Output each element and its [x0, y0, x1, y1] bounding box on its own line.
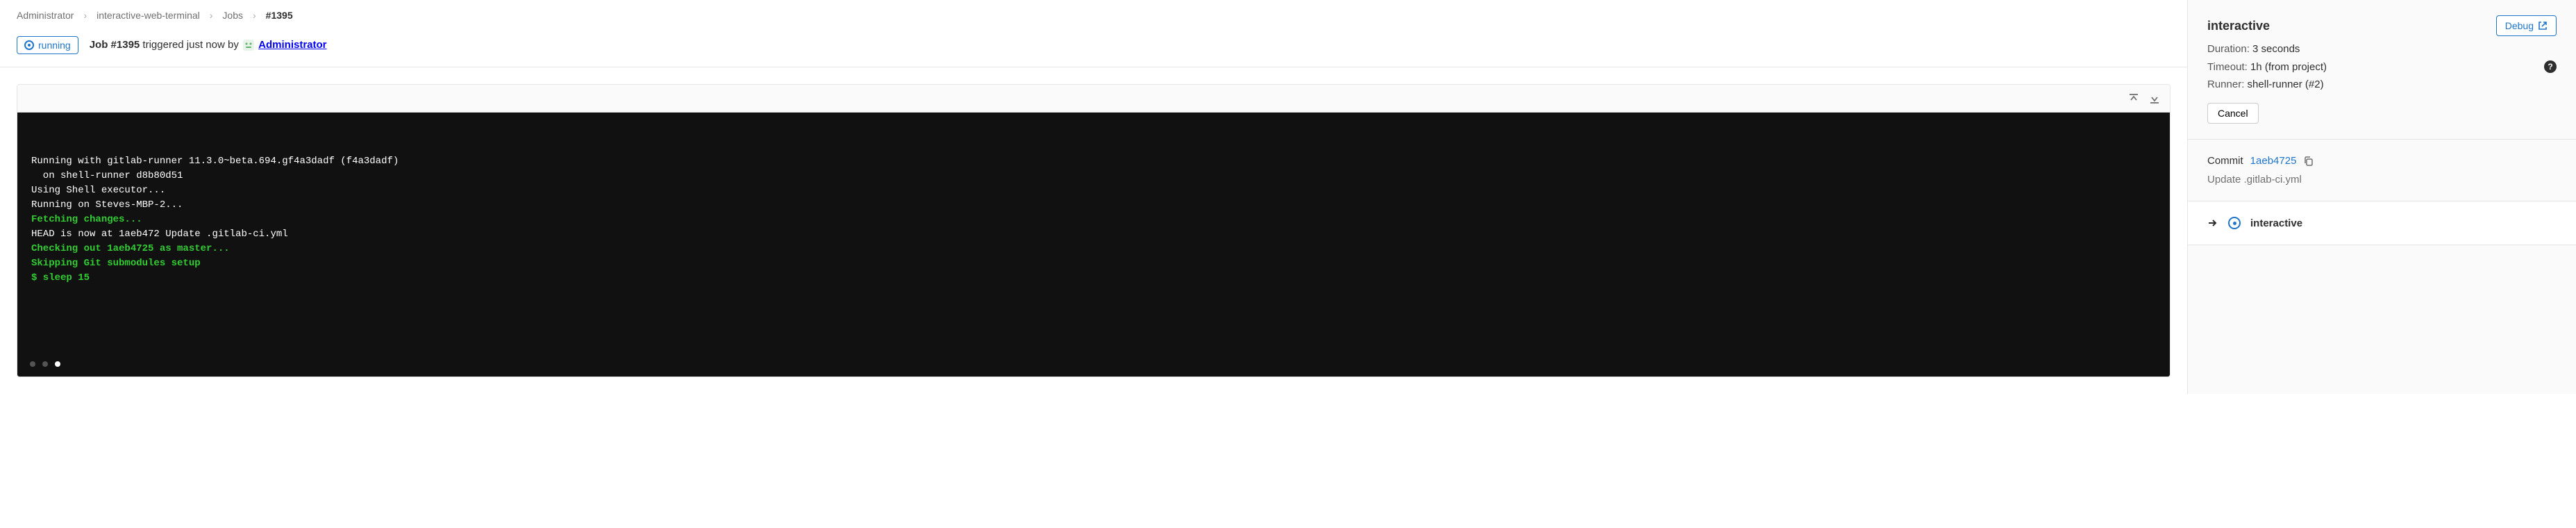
breadcrumb-current: #1395 [266, 10, 293, 21]
timeout-label: Timeout: [2207, 61, 2248, 73]
terminal-line: Using Shell executor... [31, 183, 2156, 198]
job-id: Job #1395 [90, 39, 140, 51]
runner-value: shell-runner (#2) [2248, 79, 2324, 90]
scroll-top-button[interactable] [2128, 93, 2139, 104]
debug-label: Debug [2505, 20, 2534, 31]
stage-running-icon [2228, 217, 2241, 229]
terminal-line: $ sleep 15 [31, 271, 2156, 286]
cancel-button[interactable]: Cancel [2207, 103, 2259, 124]
loading-indicator [30, 361, 60, 367]
timeout-row: Timeout: 1h (from project) ? [2207, 60, 2557, 73]
triggered-text: triggered just now by [142, 39, 238, 51]
external-link-icon [2538, 21, 2548, 31]
copy-sha-icon[interactable] [2303, 156, 2314, 167]
sidebar-header-block: interactive Debug Duration: 3 seconds Ti… [2188, 0, 2576, 140]
timeout-value: 1h (from project) [2250, 61, 2327, 73]
job-header: running Job #1395 triggered just now by … [0, 28, 2187, 67]
stage-row[interactable]: interactive [2207, 217, 2557, 229]
breadcrumb: Administrator › interactive-web-terminal… [0, 0, 2187, 28]
terminal-line: Running with gitlab-runner 11.3.0~beta.6… [31, 154, 2156, 169]
debug-button[interactable]: Debug [2496, 15, 2557, 36]
runner-row: Runner: shell-runner (#2) [2207, 79, 2557, 90]
log-panel: Running with gitlab-runner 11.3.0~beta.6… [17, 84, 2171, 377]
terminal-line: Fetching changes... [31, 213, 2156, 227]
duration-row: Duration: 3 seconds [2207, 43, 2557, 55]
duration-value: 3 seconds [2252, 43, 2300, 55]
breadcrumb-separator: › [253, 10, 256, 21]
terminal-line: on shell-runner d8b80d51 [31, 169, 2156, 183]
avatar-icon [242, 38, 256, 52]
stage-block: interactive [2188, 201, 2576, 245]
terminal-output[interactable]: Running with gitlab-runner 11.3.0~beta.6… [17, 113, 2170, 377]
breadcrumb-separator: › [83, 10, 87, 21]
job-sidebar: interactive Debug Duration: 3 seconds Ti… [2187, 0, 2576, 394]
commit-label: Commit [2207, 155, 2243, 167]
stage-name: interactive [2250, 217, 2302, 229]
breadcrumb-separator: › [210, 10, 213, 21]
duration-label: Duration: [2207, 43, 2250, 55]
breadcrumb-section[interactable]: Jobs [222, 10, 243, 21]
terminal-line: Skipping Git submodules setup [31, 256, 2156, 271]
commit-sha-link[interactable]: 1aeb4725 [2250, 155, 2297, 167]
status-text: running [38, 40, 71, 51]
terminal-line: HEAD is now at 1aeb472 Update .gitlab-ci… [31, 227, 2156, 242]
commit-message: Update .gitlab-ci.yml [2207, 174, 2557, 185]
arrow-right-icon [2207, 217, 2218, 229]
author-link[interactable]: Administrator [258, 39, 326, 51]
breadcrumb-root[interactable]: Administrator [17, 10, 74, 21]
log-toolbar [17, 85, 2170, 113]
running-icon [24, 40, 34, 50]
terminal-line: Checking out 1aeb4725 as master... [31, 242, 2156, 256]
sidebar-title: interactive [2207, 19, 2270, 33]
status-badge-running[interactable]: running [17, 36, 78, 54]
scroll-bottom-button[interactable] [2149, 93, 2160, 104]
job-title: Job #1395 triggered just now by Administ… [90, 38, 327, 52]
help-icon[interactable]: ? [2544, 60, 2557, 73]
terminal-line: Running on Steves-MBP-2... [31, 198, 2156, 213]
breadcrumb-project[interactable]: interactive-web-terminal [97, 10, 200, 21]
commit-block: Commit 1aeb4725 Update .gitlab-ci.yml [2188, 140, 2576, 201]
runner-label: Runner: [2207, 79, 2244, 90]
